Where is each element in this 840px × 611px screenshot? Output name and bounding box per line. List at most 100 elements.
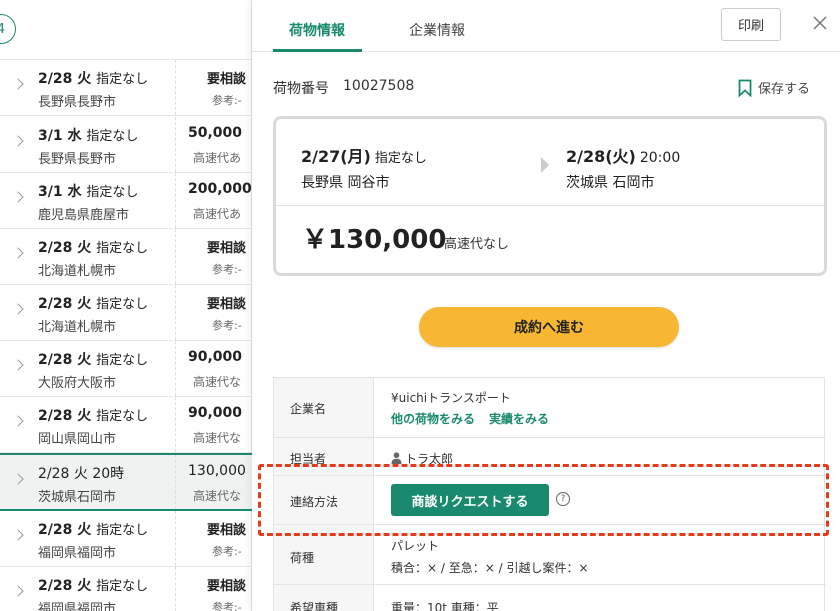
list-header: 4: [0, 0, 251, 60]
list-item-date-value: 2/28 火: [38, 522, 92, 538]
help-icon[interactable]: ?: [556, 492, 570, 506]
chevron-right-icon: [12, 191, 24, 203]
list-item-date: 2/28 火 指定なし: [38, 405, 148, 425]
list-item-place: 長野県長野市: [38, 152, 117, 167]
chevron-right-icon: [12, 135, 24, 147]
bookmark-icon: [738, 79, 752, 97]
list-item[interactable]: 3/1 水 指定なし長野県長野市 50,000 高速代あ: [0, 117, 252, 173]
list-item[interactable]: 3/1 水 指定なし 鹿児島県鹿屋市 200,000 高速代あ: [0, 173, 252, 229]
list-item-time-note: 指定なし: [96, 297, 149, 312]
row-person: 担当者 トラ太郎: [274, 438, 826, 476]
list-item-separator: [175, 341, 176, 396]
route-arrow-icon: [541, 157, 549, 173]
list-item-price: 50,000: [188, 125, 243, 141]
list-item[interactable]: 2/28 火 指定なし 福岡県福岡市 要相談 参考:-: [0, 511, 252, 567]
list-item[interactable]: 2/28 火 指定なし 大阪府大阪市 90,000 高速代な: [0, 341, 252, 397]
list-item-separator: [175, 285, 176, 340]
list-item-date-value: 2/28 火: [38, 578, 92, 594]
list-item-date-value: 2/28 火: [38, 408, 92, 424]
delivery-time: 20:00: [639, 150, 681, 166]
close-icon[interactable]: [811, 14, 829, 32]
track-record-link[interactable]: 実績をみる: [489, 410, 549, 427]
list-item[interactable]: 2/28 火 指定なし 北海道札幌市 要相談 参考:-: [0, 229, 252, 285]
detail-panel: 荷物情報 企業情報 印刷 荷物番号 10027508 保存する 2/27(月) 指…: [252, 0, 840, 611]
info-table: 企業名 ¥uichiトランスポート 他の荷物をみる 実績をみる 担当者 トラ太郎…: [273, 377, 826, 611]
fare-note: 高速代なし: [444, 237, 510, 252]
cargo-type-label: 荷種: [290, 551, 315, 565]
list-item-date-value: 2/28 火: [38, 71, 92, 87]
list-item-date: 3/1 水 指定なし: [38, 181, 138, 201]
list-item-date: 2/28 火 指定なし: [38, 575, 148, 595]
delivery-date-value: 2/28(火): [566, 147, 636, 166]
list-item-time-note: 指定なし: [96, 353, 149, 368]
company-label: 企業名: [290, 402, 327, 416]
tab-cargo-info[interactable]: 荷物情報: [289, 20, 345, 40]
list-item[interactable]: 2/28 火 指定なし 岡山県岡山市 90,000 高速代な: [0, 397, 252, 453]
list-item-separator: [175, 511, 176, 566]
vehicle-value: 重量：10t 車種：平: [391, 601, 499, 611]
list-item-date-value: 2/28 火: [38, 352, 92, 368]
list-item-price: 130,000: [188, 463, 246, 479]
person-name: トラ太郎: [405, 452, 454, 466]
list-item-time-note: 指定なし: [86, 129, 139, 144]
list-item-time-note: 指定なし: [86, 185, 139, 200]
list-item-separator: [175, 397, 176, 452]
list-item[interactable]: 2/28 火 指定なし 福岡県福岡市 要相談 参考:-: [0, 567, 252, 611]
proceed-contract-button[interactable]: 成約へ進む: [419, 307, 679, 347]
chevron-right-icon: [12, 359, 24, 371]
list-item-date-value: 2/28 火: [38, 240, 92, 256]
list-item-date-value: 3/1 水: [38, 184, 82, 200]
list-item[interactable]: 2/28 火 指定なし 長野県長野市 要相談 参考:-: [0, 60, 252, 116]
list-item-place: 北海道札幌市: [38, 320, 117, 335]
list-item-time-note: 指定なし: [96, 579, 149, 594]
save-label: 保存する: [758, 82, 811, 97]
chevron-right-icon: [12, 247, 24, 259]
list-item-time-note: 指定なし: [96, 241, 149, 256]
pickup-place: 長野県 岡谷市: [301, 175, 390, 191]
list-item-date-value: 2/28 火 20時: [38, 466, 125, 482]
person-icon: [391, 452, 402, 464]
cargo-number-label: 荷物番号: [273, 81, 329, 97]
chevron-right-icon: [12, 585, 24, 597]
row-cargo-type: 荷種 パレット 積合：× / 至急：× / 引越し案件：×: [274, 525, 826, 585]
list-item-time-note: 指定なし: [96, 523, 149, 538]
list-item-date: 2/28 火 指定なし: [38, 68, 148, 88]
list-item-date: 3/1 水 指定なし: [38, 125, 138, 145]
list-item-price-note: 高速代あ: [193, 207, 242, 221]
list-item-place: 北海道札幌市: [38, 264, 117, 279]
list-item-price: 200,000: [188, 181, 252, 197]
vehicle-label: 希望車種: [290, 601, 339, 611]
save-button[interactable]: 保存する: [738, 78, 810, 97]
list-item-separator: [175, 455, 176, 509]
other-cargo-link[interactable]: 他の荷物をみる: [391, 410, 475, 427]
row-vehicle: 希望車種 重量：10t 車種：平: [274, 585, 826, 611]
tab-company-info[interactable]: 企業情報: [409, 20, 465, 40]
list-item-separator: [175, 60, 176, 115]
route-card: 2/27(月) 指定なし 長野県 岡谷市 2/28(火) 20:00 茨城県 石岡市…: [273, 116, 827, 276]
chevron-right-icon: [12, 303, 24, 315]
company-name: ¥uichiトランスポート: [391, 391, 511, 405]
chevron-right-icon: [12, 78, 24, 90]
page-badge[interactable]: 4: [0, 14, 16, 44]
list-item-price-note: 高速代な: [193, 375, 242, 389]
list-item-separator: [175, 117, 176, 172]
chevron-right-icon: [12, 415, 24, 427]
delivery-date: 2/28(火) 20:00: [566, 143, 680, 167]
negotiation-request-button[interactable]: 商談リクエストする: [391, 484, 549, 516]
row-contact: 連絡方法 商談リクエストする ?: [274, 476, 826, 525]
delivery-place: 茨城県 石岡市: [566, 175, 655, 191]
list-item-time-note: 指定なし: [96, 72, 149, 87]
list-item-price-note: 高速代な: [193, 489, 242, 503]
chevron-right-icon: [12, 529, 24, 541]
list-item[interactable]: 2/28 火 20時 茨城県石岡市 130,000 高速代な: [0, 453, 252, 511]
cargo-list: 4 2/28 火 指定なし 長野県長野市 要相談 参考:- 3/1 水 指定なし 長野県長…: [0, 0, 252, 611]
list-item-date: 2/28 火 指定なし: [38, 349, 148, 369]
list-item-place: 茨城県石岡市: [38, 490, 117, 505]
list-item[interactable]: 2/28 火 指定なし 北海道札幌市 要相談 参考:-: [0, 285, 252, 341]
list-item-date: 2/28 火 指定なし: [38, 237, 148, 257]
list-item-price-note: 高速代あ: [193, 151, 242, 165]
print-button[interactable]: 印刷: [721, 8, 781, 41]
list-item-date: 2/28 火 指定なし: [38, 293, 148, 313]
contact-label: 連絡方法: [290, 495, 339, 509]
list-item-separator: [175, 567, 176, 611]
